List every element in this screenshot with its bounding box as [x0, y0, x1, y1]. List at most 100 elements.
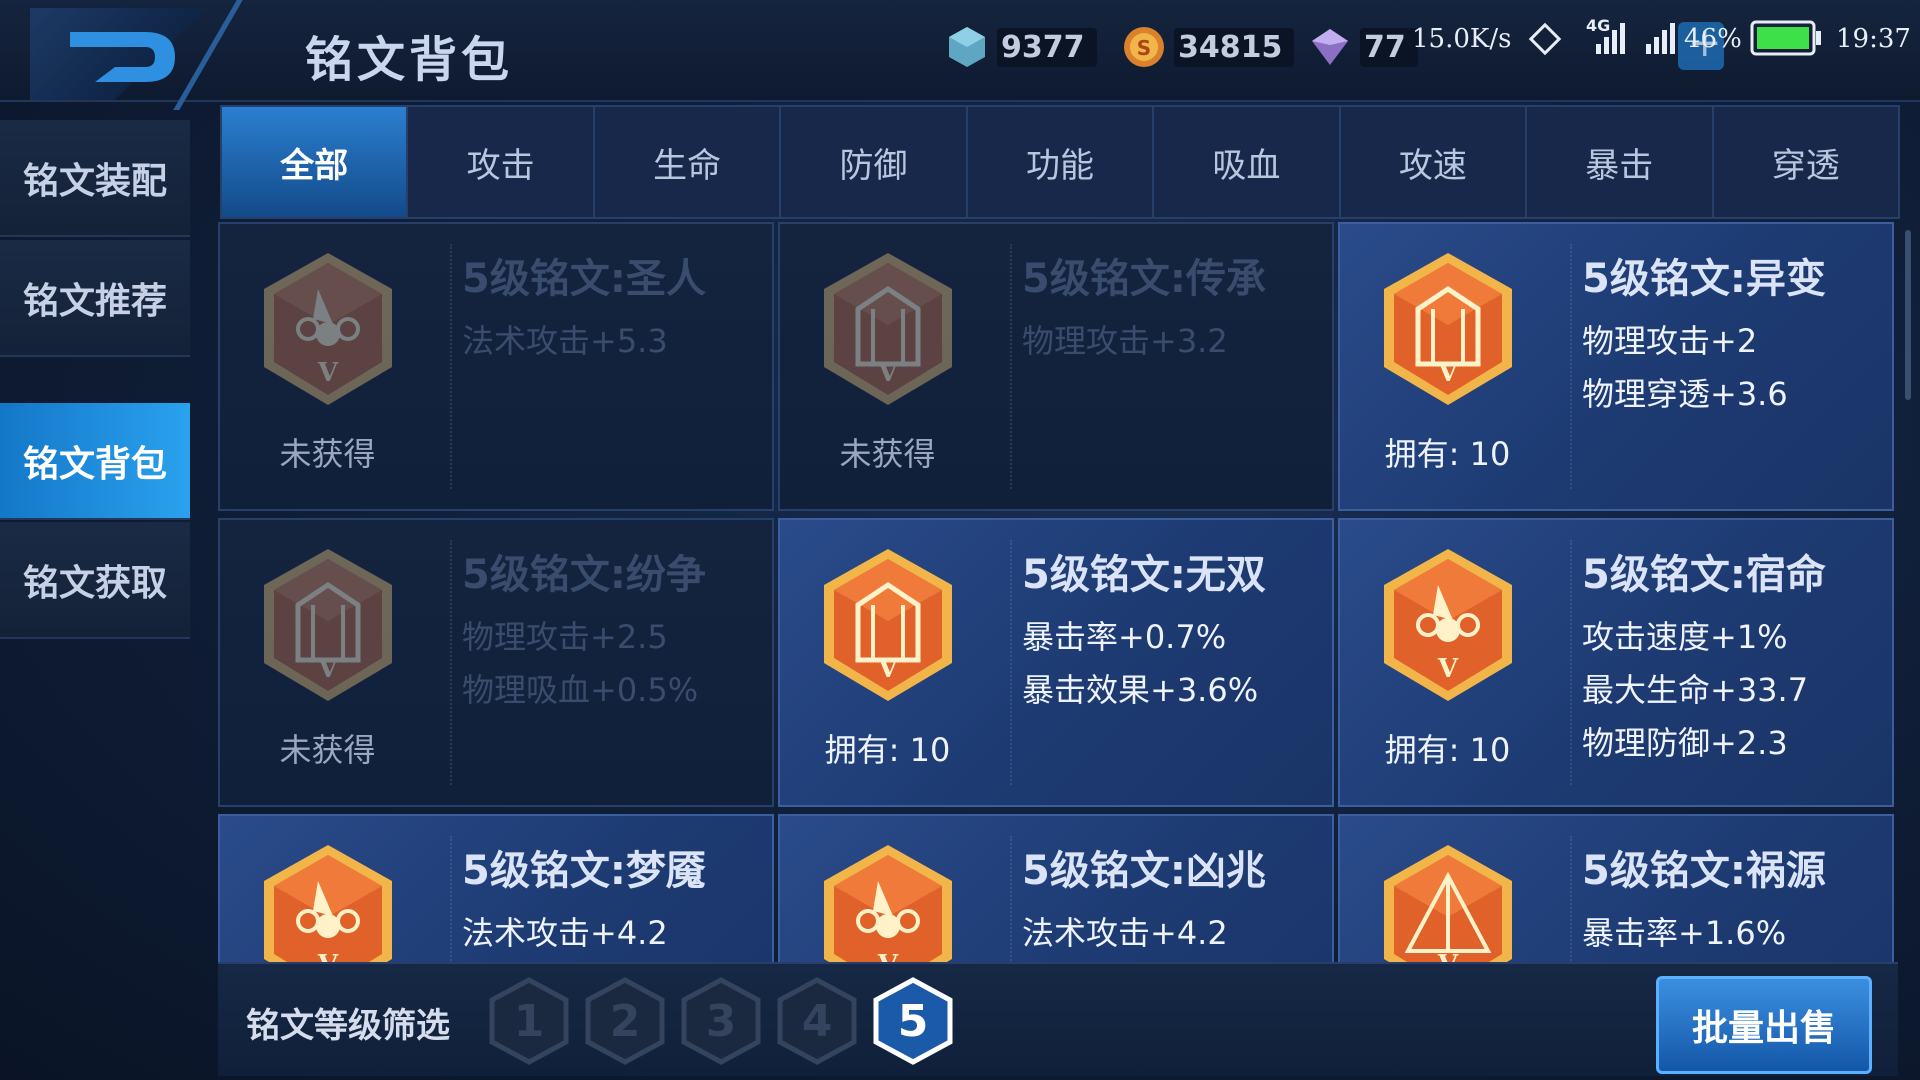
inscription-card[interactable]: V 未获得 5级铭文:传承 物理攻击+3.2 — [778, 222, 1334, 511]
inscription-card[interactable]: V 拥有: 10 5级铭文:异变 物理攻击+2 物理穿透+3.6 — [1338, 222, 1894, 511]
inscription-title: 5级铭文:圣人 — [462, 256, 706, 302]
inscription-title: 5级铭文:宿命 — [1582, 552, 1826, 598]
tab-attack[interactable]: 攻击 — [408, 107, 595, 217]
tab-health[interactable]: 生命 — [595, 107, 782, 217]
inscription-title: 5级铭文:梦魇 — [462, 848, 706, 894]
inscription-card[interactable]: V 5级铭文:凶兆法术攻击+4.2 — [778, 814, 1334, 962]
sidebar-item-label: 铭文获取 — [22, 562, 167, 604]
svg-text:V: V — [317, 654, 339, 684]
inscription-stat: 物理穿透+3.6 — [1582, 375, 1788, 413]
bottom-bar: 铭文等级筛选 1 2 3 4 5 批量出售 — [218, 962, 1898, 1076]
inscription-emblem-icon: V — [264, 549, 392, 701]
bulk-sell-button[interactable]: 批量出售 — [1656, 976, 1872, 1074]
tab-label: 防御 — [839, 145, 908, 186]
inscription-emblem-icon: V — [824, 253, 952, 405]
diamond-currency: 9377 — [945, 22, 1097, 72]
svg-text:S: S — [1137, 36, 1151, 60]
tab-defense[interactable]: 防御 — [781, 107, 968, 217]
inscription-status: 未获得 — [279, 435, 376, 473]
level-filter-3[interactable]: 3 — [680, 976, 762, 1066]
battery-icon — [1750, 20, 1821, 56]
diamond-gem-icon — [949, 27, 985, 67]
tab-label: 全部 — [280, 145, 349, 186]
inscription-title: 5级铭文:传承 — [1022, 256, 1266, 302]
inscription-card[interactable]: V 未获得 5级铭文:圣人 法术攻击+5.3 — [218, 222, 774, 511]
scrollbar[interactable] — [1905, 230, 1911, 400]
inscription-emblem-icon: V — [824, 845, 952, 962]
tab-attack-speed[interactable]: 攻速 — [1341, 107, 1528, 217]
inscription-title: 5级铭文:祸源 — [1582, 848, 1826, 894]
tab-label: 功能 — [1025, 145, 1094, 186]
inscription-emblem-icon: V — [1384, 253, 1512, 405]
tab-label: 攻速 — [1398, 145, 1467, 186]
tab-lifesteal[interactable]: 吸血 — [1154, 107, 1341, 217]
level-filter-1[interactable]: 1 — [488, 976, 570, 1066]
card-divider — [1570, 540, 1572, 785]
inscription-emblem-icon: V — [264, 253, 392, 405]
sidebar-item-recommend[interactable]: 铭文推荐 — [0, 240, 190, 357]
top-bar: 铭文背包 9377 S 34815 77 15.0K/s 4G + 46% 19… — [0, 0, 1920, 110]
net-speed: 15.0K/s — [1412, 24, 1512, 54]
svg-text:V: V — [877, 950, 899, 962]
card-divider — [450, 836, 452, 962]
inscription-card[interactable]: V 5级铭文:梦魇法术攻击+4.2 — [218, 814, 774, 962]
inscription-card[interactable]: V 拥有: 10 5级铭文:宿命 攻击速度+1% 最大生命+33.7 物理防御+2.3 — [1338, 518, 1894, 807]
tab-all[interactable]: 全部 — [222, 107, 409, 217]
level-filter-label: 1 — [513, 995, 545, 1047]
inscription-stat: 暴击率+0.7% — [1022, 618, 1227, 656]
level-filter-4[interactable]: 4 — [776, 976, 858, 1066]
inscription-emblem-icon: V — [1384, 845, 1512, 962]
card-divider — [1010, 244, 1012, 489]
inscription-stat: 法术攻击+4.2 — [462, 914, 668, 952]
inscription-stat: 物理攻击+2 — [1582, 322, 1758, 360]
gold-coin-icon: S — [1124, 27, 1164, 67]
inscription-status: 拥有: 10 — [1384, 731, 1511, 769]
tab-critical[interactable]: 暴击 — [1527, 107, 1714, 217]
svg-text:V: V — [317, 950, 339, 962]
inscription-stat: 物理攻击+2.5 — [462, 618, 668, 656]
sidebar-item-backpack[interactable]: 铭文背包 — [0, 403, 190, 520]
card-divider — [1570, 244, 1572, 489]
level-filter-5[interactable]: 5 — [872, 976, 954, 1066]
signal-icon — [1596, 23, 1625, 54]
tab-label: 吸血 — [1212, 145, 1281, 186]
inscription-status: 拥有: 10 — [824, 731, 951, 769]
tab-label: 暴击 — [1585, 145, 1654, 186]
inscription-stat: 物理攻击+3.2 — [1022, 322, 1228, 360]
inscription-title: 5级铭文:无双 — [1022, 552, 1266, 598]
tab-label: 生命 — [653, 145, 722, 186]
level-filter-label: 铭文等级筛选 — [246, 1006, 450, 1046]
gold-currency: S 34815 — [1122, 22, 1295, 72]
level-filter-label: 5 — [897, 995, 929, 1047]
inscription-card[interactable]: V 5级铭文:祸源暴击率+1.6% — [1338, 814, 1894, 962]
inscription-card[interactable]: V 未获得 5级铭文:纷争 物理攻击+2.5 物理吸血+0.5% — [218, 518, 774, 807]
inscription-emblem-icon: V — [824, 549, 952, 701]
inscription-stat: 暴击效果+3.6% — [1022, 671, 1259, 709]
level-filter-label: 3 — [705, 995, 737, 1047]
inscription-title: 5级铭文:异变 — [1582, 256, 1826, 302]
tab-penetration[interactable]: 穿透 — [1714, 107, 1898, 217]
sidebar-item-obtain[interactable]: 铭文获取 — [0, 522, 190, 639]
svg-text:V: V — [1437, 950, 1459, 962]
sidebar-item-label: 铭文背包 — [22, 443, 167, 485]
inscription-card[interactable]: V 拥有: 10 5级铭文:无双暴击率+0.7% 暴击效果+3.6% — [778, 518, 1334, 807]
crystal-currency: 77 — [1308, 22, 1418, 72]
tab-label: 攻击 — [466, 145, 535, 186]
gold-amount: 34815 — [1174, 27, 1295, 67]
card-divider — [450, 540, 452, 785]
inscription-grid: V 未获得 5级铭文:圣人 法术攻击+5.3 V 未获得 5级铭文:传承 物理攻击+3.2 V 拥… — [218, 222, 1898, 962]
clock: 19:37 — [1836, 24, 1911, 54]
battery-percent: 46% — [1684, 24, 1742, 54]
inscription-title: 5级铭文:纷争 — [462, 552, 706, 598]
level-filter-label: 4 — [801, 995, 833, 1047]
tab-label: 穿透 — [1771, 145, 1840, 186]
level-filter-2[interactable]: 2 — [584, 976, 666, 1066]
inscription-emblem-icon: V — [1384, 549, 1512, 701]
level-filter-label: 2 — [609, 995, 641, 1047]
inscription-stat: 暴击率+1.6% — [1582, 914, 1787, 952]
sidebar-item-equip[interactable]: 铭文装配 — [0, 120, 190, 237]
inscription-stat: 法术攻击+4.2 — [1022, 914, 1228, 952]
inscription-stat: 最大生命+33.7 — [1582, 671, 1809, 709]
back-arrow-icon — [70, 32, 175, 82]
tab-utility[interactable]: 功能 — [968, 107, 1155, 217]
